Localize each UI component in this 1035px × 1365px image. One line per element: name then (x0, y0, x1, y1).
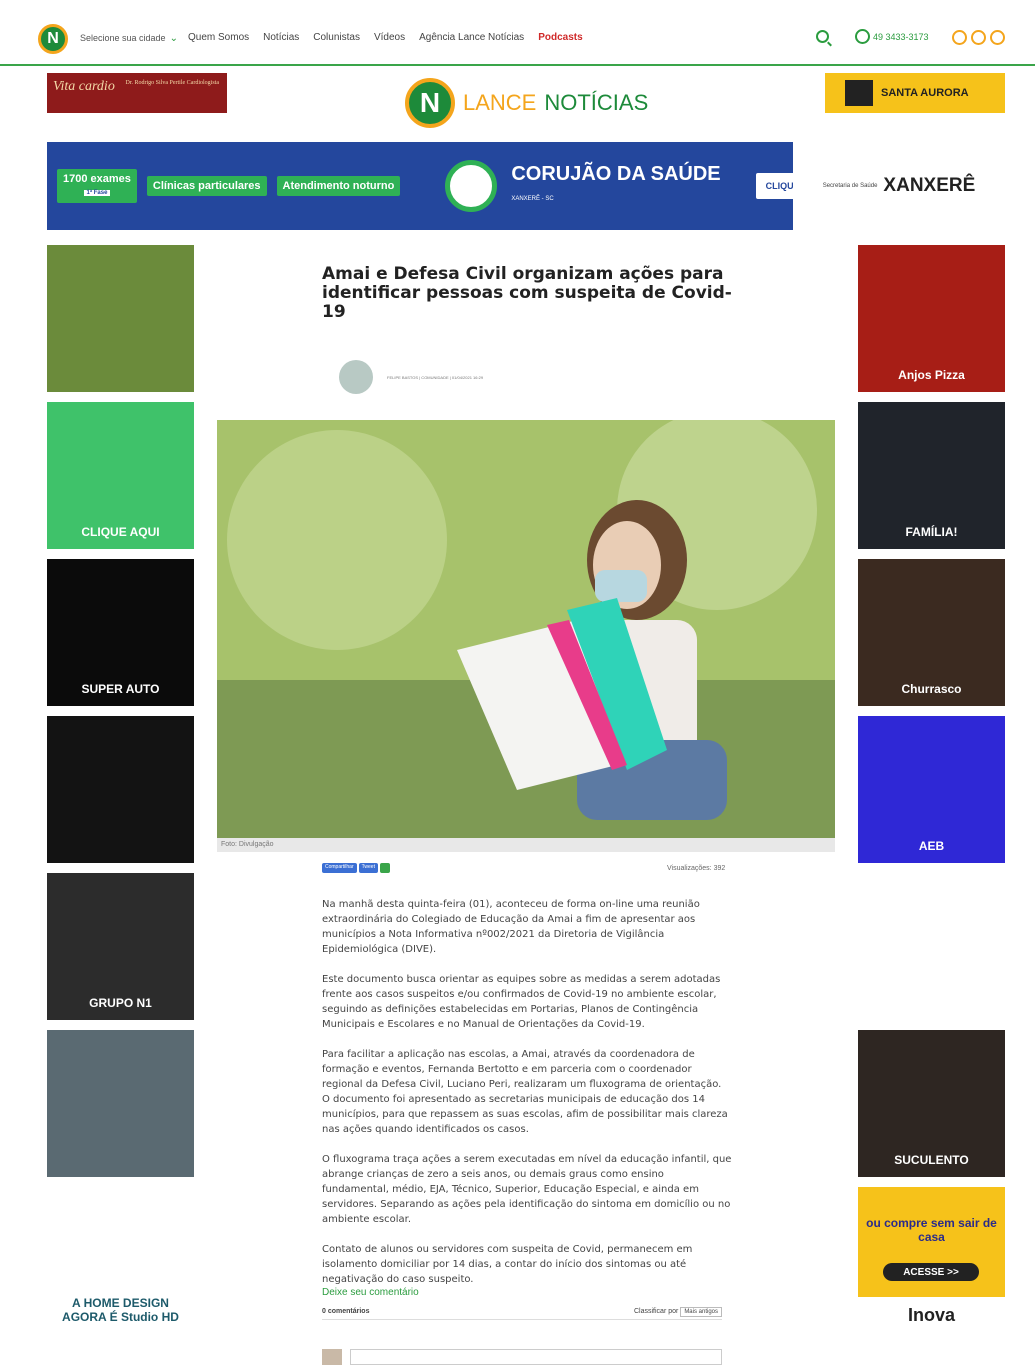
banner-subtitle: XANXERÊ - SC (511, 195, 554, 202)
paragraph: Este documento busca orientar as equipes… (322, 974, 721, 1030)
right-ad-4[interactable]: AEB (858, 716, 1005, 863)
aurora-logo-icon (845, 80, 873, 106)
author-avatar (339, 360, 373, 394)
right-ad-5[interactable] (858, 873, 1005, 1020)
banner-sponsor-small: Secretaria de Saúde (822, 183, 878, 189)
commenter-avatar (322, 1349, 342, 1365)
city-select-label: Selecione sua cidade (80, 33, 166, 43)
left-ad-3[interactable]: SUPER AUTO (47, 559, 194, 706)
whatsapp-icon (855, 29, 870, 44)
article-photo-image (217, 420, 835, 838)
author-meta: FELIPE BASTOS | COMUNIDADE | 01/04/2021 … (387, 374, 484, 380)
facebook-icon[interactable] (952, 30, 967, 45)
right-ad-text: ou compre sem sair de casa (866, 1216, 997, 1244)
banner-box-clinicas: Clínicas particulares (146, 176, 267, 196)
nav-agencia[interactable]: Agência Lance Notícias (419, 32, 524, 43)
main-nav: Quem Somos Notícias Colunistas Vídeos Ag… (188, 32, 583, 43)
instagram-icon[interactable] (971, 30, 986, 45)
right-ad-6[interactable]: SUCULENTO (858, 1030, 1005, 1177)
right-ad-text: Anjos Pizza (898, 368, 965, 382)
paragraph: Contato de alunos ou servidores com susp… (322, 1244, 693, 1285)
nav-videos[interactable]: Vídeos (374, 32, 405, 43)
paragraph: O fluxograma traça ações a serem executa… (322, 1154, 732, 1225)
right-ad-text: AEB (918, 839, 945, 853)
share-facebook-button[interactable]: Compartilhar (322, 863, 357, 873)
city-select[interactable]: Selecione sua cidade ⌄ (80, 33, 178, 44)
comment-input[interactable] (350, 1349, 722, 1365)
owl-icon (445, 160, 498, 212)
paragraph: Na manhã desta quinta-feira (01), aconte… (322, 899, 700, 955)
banner-sponsor-name: XANXERÊ (883, 175, 976, 196)
right-ad-2[interactable]: FAMÍLIA! (858, 402, 1005, 549)
share-buttons: Compartilhar Tweet (322, 863, 390, 873)
phone-number: 49 3433-3173 (873, 31, 929, 42)
banner-title-text: CORUJÃO DA SAÚDE (511, 162, 721, 185)
sort-label: Classificar por (634, 1308, 679, 1315)
whatsapp-contact[interactable]: 49 3433-3173 (855, 29, 929, 44)
photo-caption: Foto: Divulgação (217, 838, 835, 852)
ad-aurora-text: SANTA AURORA (881, 87, 969, 99)
left-ad-2[interactable]: CLIQUE AQUI (47, 402, 194, 549)
brand-name-1: LANCE (463, 90, 537, 115)
left-ad-text: SUPER AUTO (81, 682, 160, 696)
search-icon[interactable] (816, 30, 829, 43)
left-ad-4[interactable] (47, 716, 194, 863)
comment-composer (322, 1349, 722, 1365)
article-body: Na manhã desta quinta-feira (01), aconte… (322, 897, 732, 1302)
nav-noticias[interactable]: Notícias (263, 32, 299, 43)
right-ad-brand: Inova (858, 1297, 1005, 1334)
right-ad-text: FAMÍLIA! (905, 525, 958, 539)
left-ad-1[interactable] (47, 245, 194, 392)
left-ad-7[interactable]: A HOME DESIGN AGORA É Studio HD (47, 1187, 194, 1334)
chevron-down-icon: ⌄ (169, 33, 178, 44)
top-navbar: N Selecione sua cidade ⌄ Quem Somos Notíc… (0, 0, 1035, 66)
share-twitter-button[interactable]: Tweet (358, 863, 378, 873)
ad-cardio-text: Vita cardio (53, 79, 115, 94)
comments-count: 0 comentários (322, 1308, 370, 1315)
comments-header: 0 comentários Classificar por Mais antig… (322, 1307, 722, 1320)
right-ad-text: Churrasco (901, 682, 962, 696)
site-logo-icon[interactable]: N (38, 24, 68, 54)
right-ad-7[interactable]: ou compre sem sair de casa ACESSE >> Inova (858, 1187, 1005, 1334)
left-ad-5[interactable]: GRUPO N1 (47, 873, 194, 1020)
banner-sponsor: Secretaria de Saúde XANXERÊ (793, 142, 1005, 230)
ad-cardio-doctors: Dr. Rodrigo Silva Pertile Cardiologista (125, 80, 220, 86)
youtube-icon[interactable] (990, 30, 1005, 45)
author-line: FELIPE BASTOS | COMUNIDADE | 01/04/2021 … (339, 360, 483, 394)
ad-cardio[interactable]: Vita cardio Dr. Rodrigo Silva Pertile Car… (47, 73, 227, 113)
nav-podcasts[interactable]: Podcasts (538, 32, 582, 43)
banner-box-exames-tag: 1ª Fase (83, 190, 111, 196)
article-photo (217, 420, 835, 838)
banner-box-exames: 1700 exames 1ª Fase (57, 169, 137, 203)
sort-select[interactable]: Mais antigos (680, 1307, 722, 1317)
social-links (952, 30, 1005, 45)
nav-quem-somos[interactable]: Quem Somos (188, 32, 249, 43)
banner-title: CORUJÃO DA SAÚDE XANXERÊ - SC (445, 160, 721, 212)
share-whatsapp-icon[interactable] (379, 863, 390, 873)
banner-corujao[interactable]: 1700 exames 1ª Fase Clínicas particulares… (47, 142, 1005, 230)
right-ad-3[interactable]: Churrasco (858, 559, 1005, 706)
banner-box-noturno: Atendimento noturno (276, 176, 401, 196)
brand-logo[interactable]: N LANCE NOTÍCIAS (405, 78, 648, 128)
brand-logo-icon: N (405, 78, 455, 128)
article-title: Amai e Defesa Civil organizam ações para… (322, 264, 732, 322)
banner-box-exames-label: 1700 exames (63, 173, 131, 185)
views-count: Visualizações: 392 (667, 865, 726, 872)
paragraph: Para facilitar a aplicação nas escolas, … (322, 1049, 728, 1135)
left-ad-text: A HOME DESIGN AGORA É Studio HD (62, 1296, 179, 1324)
left-ad-6[interactable] (47, 1030, 194, 1177)
sort-control: Classificar por Mais antigos (634, 1307, 722, 1317)
ad-santa-aurora[interactable]: SANTA AURORA (825, 73, 1005, 113)
comment-link[interactable]: Deixe seu comentário (322, 1287, 419, 1298)
brand-name-2: NOTÍCIAS (544, 90, 649, 115)
left-ad-text: CLIQUE AQUI (81, 525, 160, 539)
right-ad-1[interactable]: Anjos Pizza (858, 245, 1005, 392)
left-ad-text: GRUPO N1 (89, 996, 152, 1010)
nav-colunistas[interactable]: Colunistas (313, 32, 360, 43)
right-ad-text: SUCULENTO (894, 1153, 969, 1167)
right-ad-cta-button[interactable]: ACESSE >> (883, 1263, 979, 1281)
